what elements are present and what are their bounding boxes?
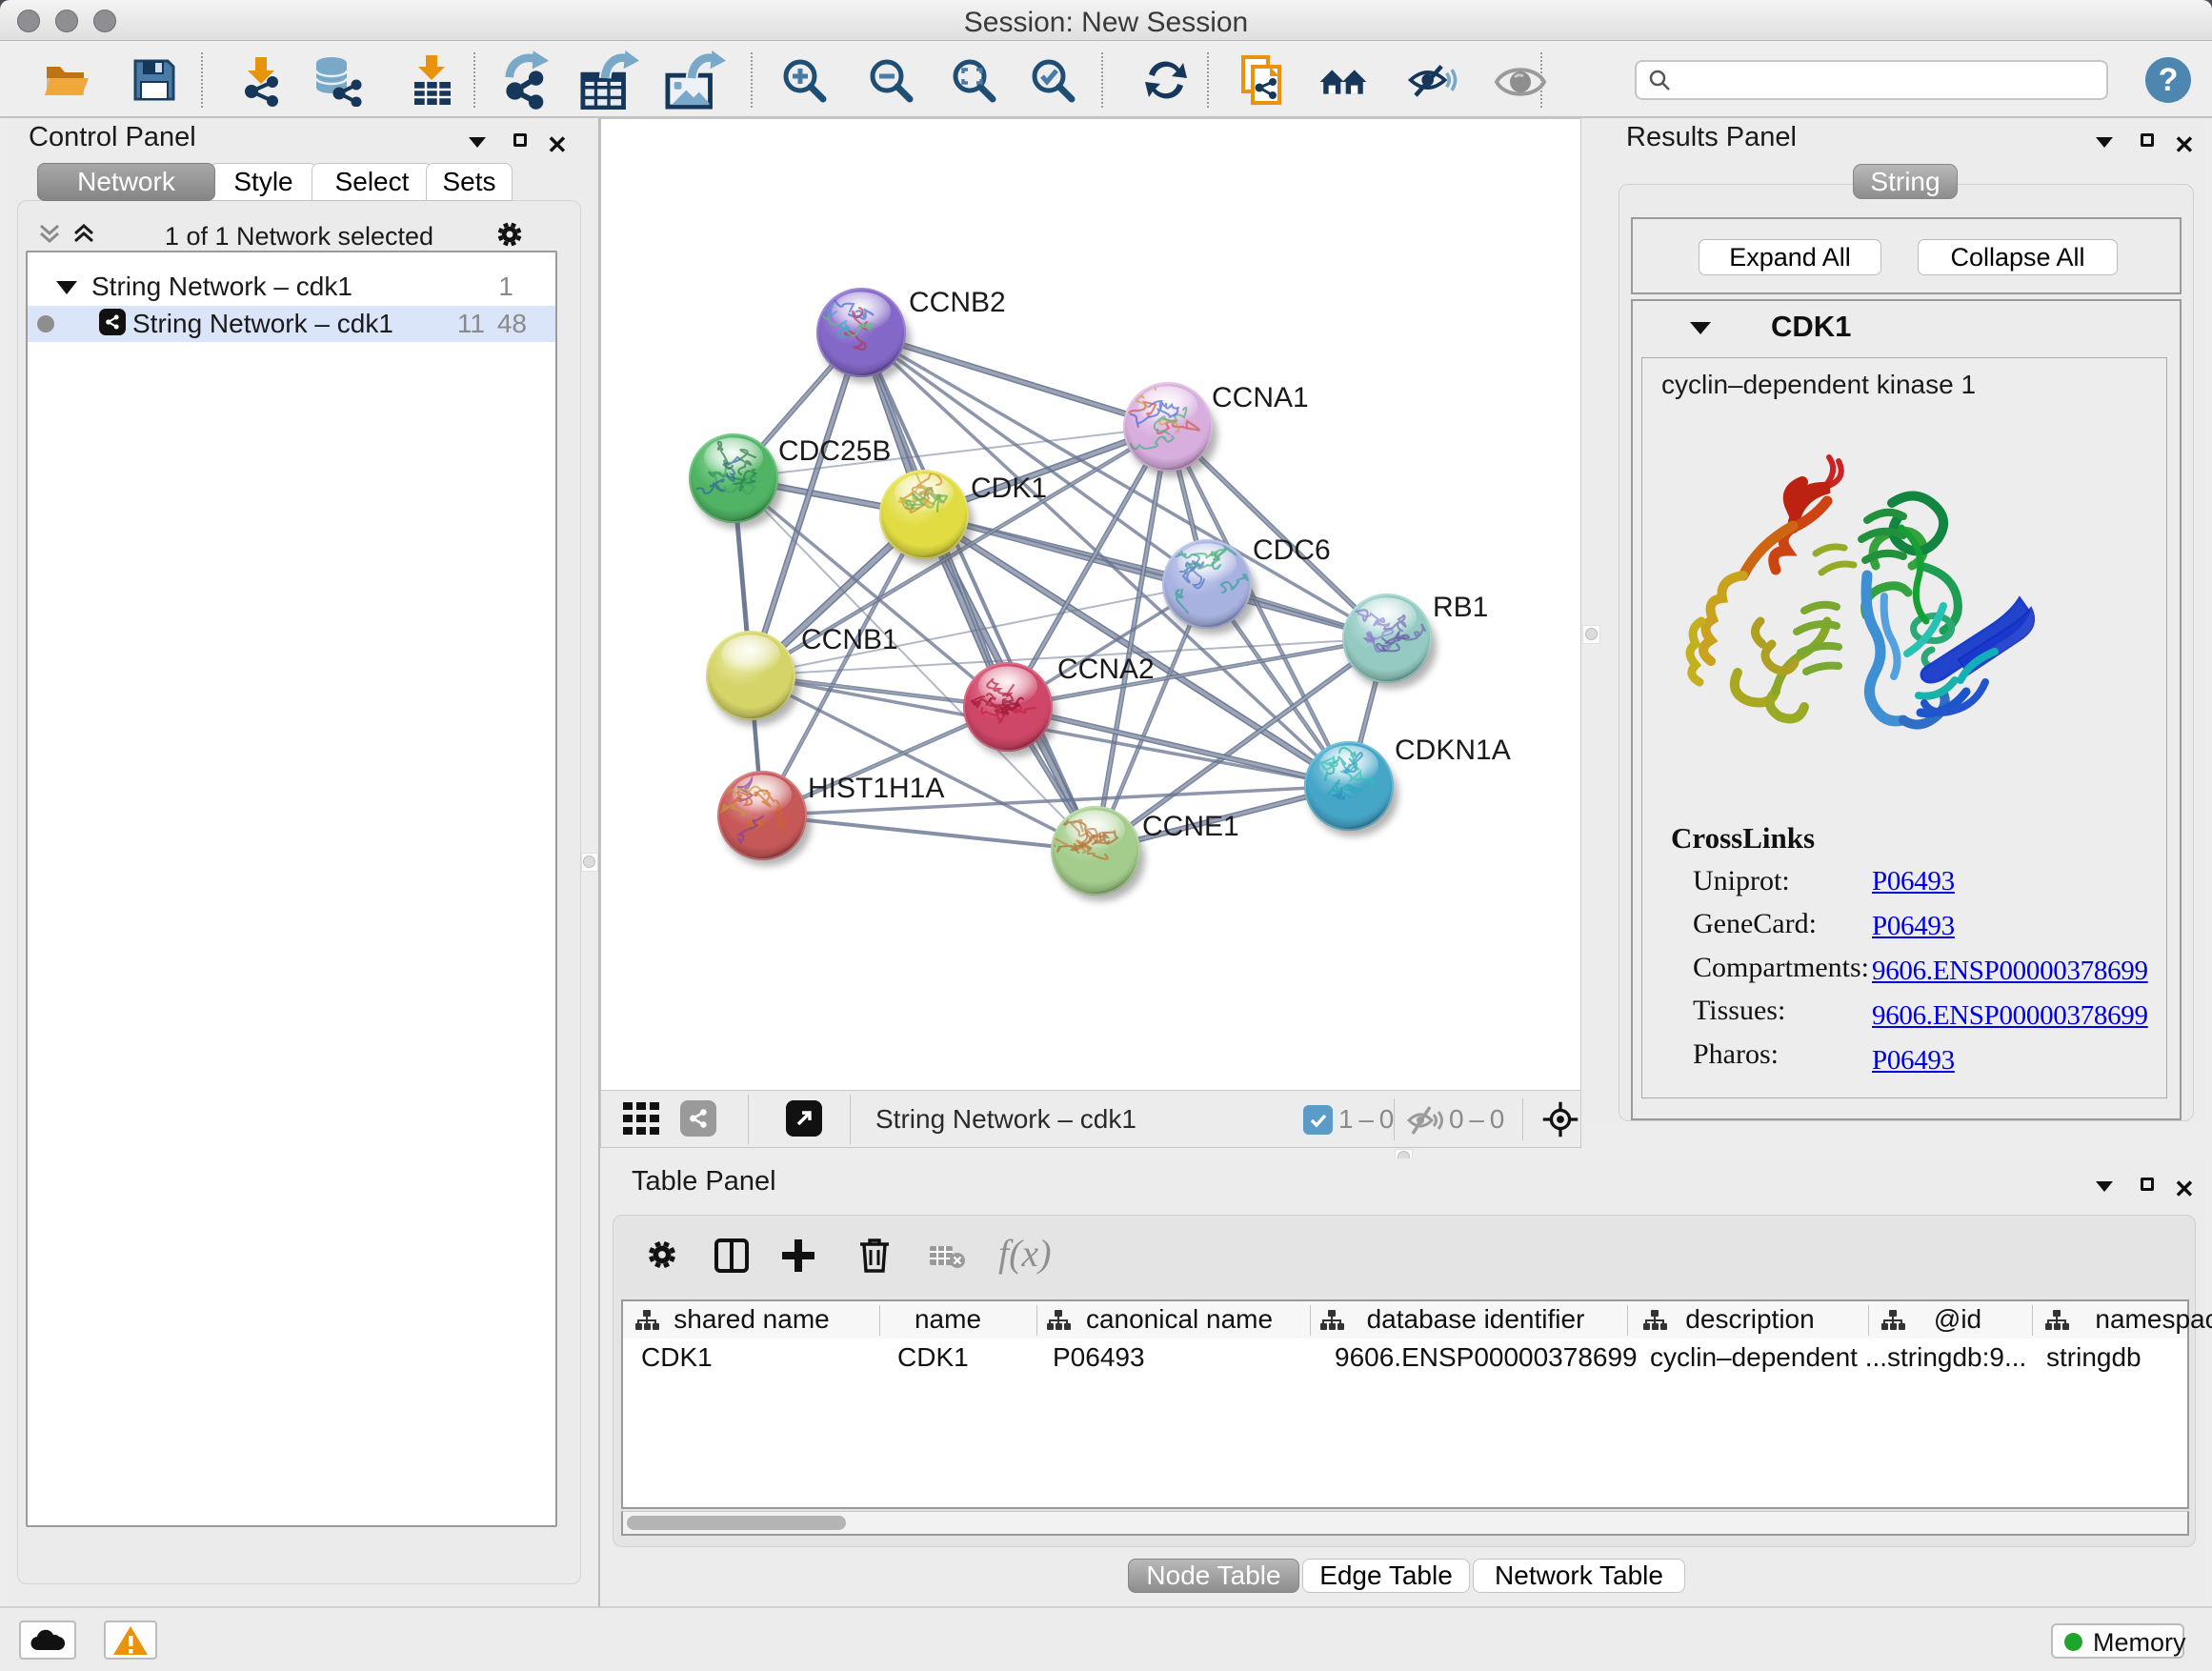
svg-text:CDKN1A: CDKN1A (1395, 735, 1511, 766)
svg-text:CDC6: CDC6 (1253, 534, 1331, 566)
svg-text:CCNB2: CCNB2 (909, 287, 1006, 318)
svg-text:RB1: RB1 (1433, 592, 1488, 623)
svg-text:CDC25B: CDC25B (778, 435, 891, 467)
svg-text:CDK1: CDK1 (971, 473, 1047, 504)
svg-text:CCNE1: CCNE1 (1142, 811, 1239, 842)
svg-text:HIST1H1A: HIST1H1A (808, 773, 944, 804)
svg-text:CCNA2: CCNA2 (1057, 654, 1155, 685)
svg-text:CCNA1: CCNA1 (1212, 382, 1309, 413)
svg-text:CCNB1: CCNB1 (801, 624, 898, 655)
